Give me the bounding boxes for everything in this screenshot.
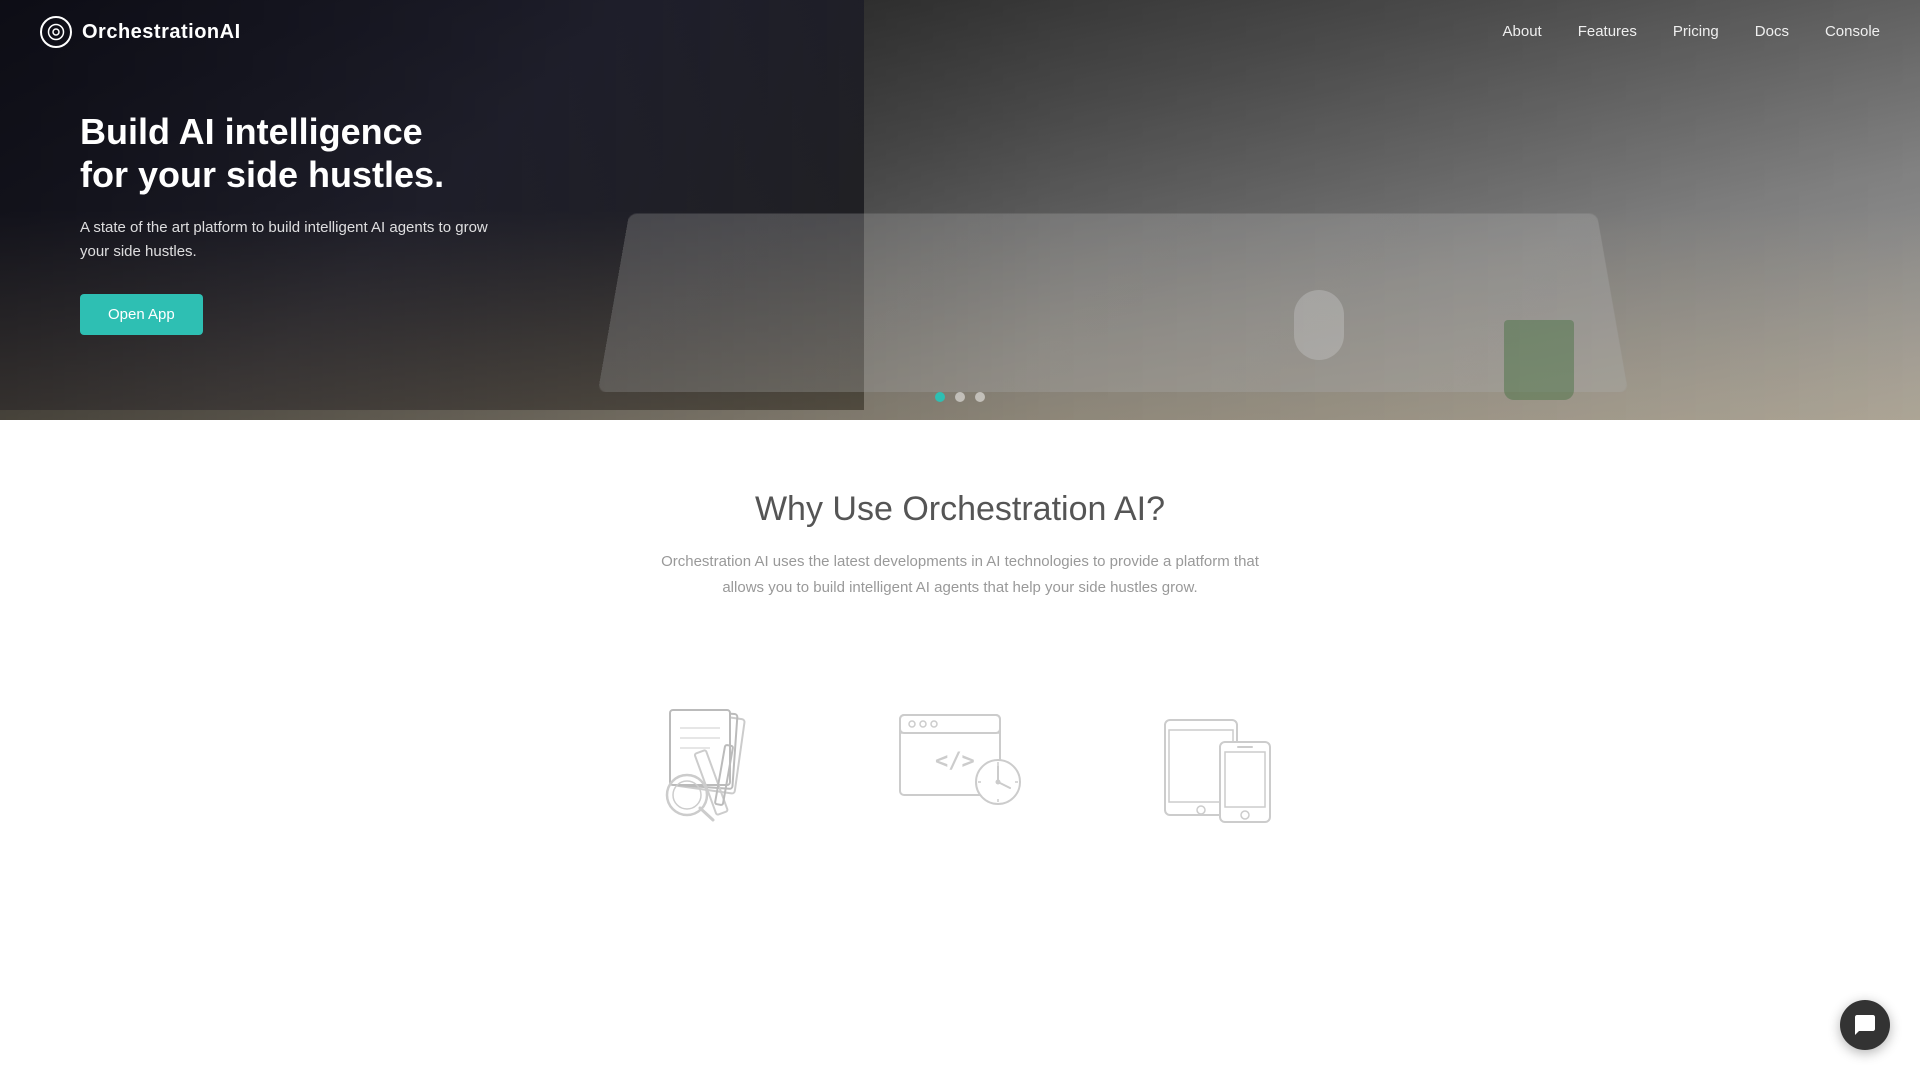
code-icon-item: </> [890, 700, 1030, 830]
carousel-dot-1[interactable] [935, 392, 945, 402]
logo-link[interactable]: OrchestrationAI [40, 16, 241, 48]
logo-icon [40, 16, 72, 48]
nav-console[interactable]: Console [1825, 23, 1880, 40]
planning-icon-item [630, 700, 770, 830]
nav-pricing[interactable]: Pricing [1673, 23, 1719, 40]
svg-text:</>: </> [935, 749, 975, 774]
devices-icon-item [1150, 700, 1290, 830]
nav-links: About Features Pricing Docs Console [1503, 23, 1881, 41]
logo-text: OrchestrationAI [82, 21, 241, 44]
chat-button[interactable] [1840, 1000, 1890, 1050]
hero-subtitle: A state of the art platform to build int… [80, 216, 520, 264]
features-icons-row: </> [0, 700, 1920, 870]
carousel-dot-3[interactable] [975, 392, 985, 402]
open-app-button[interactable]: Open App [80, 294, 203, 335]
why-section: Why Use Orchestration AI? Orchestration … [0, 420, 1920, 700]
devices-icon [1150, 700, 1290, 830]
nav-about[interactable]: About [1503, 23, 1542, 40]
why-title: Why Use Orchestration AI? [40, 490, 1880, 529]
hero-carousel-dots [935, 392, 985, 402]
planning-icon [630, 700, 770, 830]
nav-features[interactable]: Features [1578, 23, 1637, 40]
code-icon: </> [890, 700, 1030, 830]
hero-title: Build AI intelligence for your side hust… [80, 110, 520, 196]
navbar: OrchestrationAI About Features Pricing D… [0, 0, 1920, 64]
why-subtitle: Orchestration AI uses the latest develop… [660, 549, 1260, 600]
nav-docs[interactable]: Docs [1755, 23, 1789, 40]
carousel-dot-2[interactable] [955, 392, 965, 402]
